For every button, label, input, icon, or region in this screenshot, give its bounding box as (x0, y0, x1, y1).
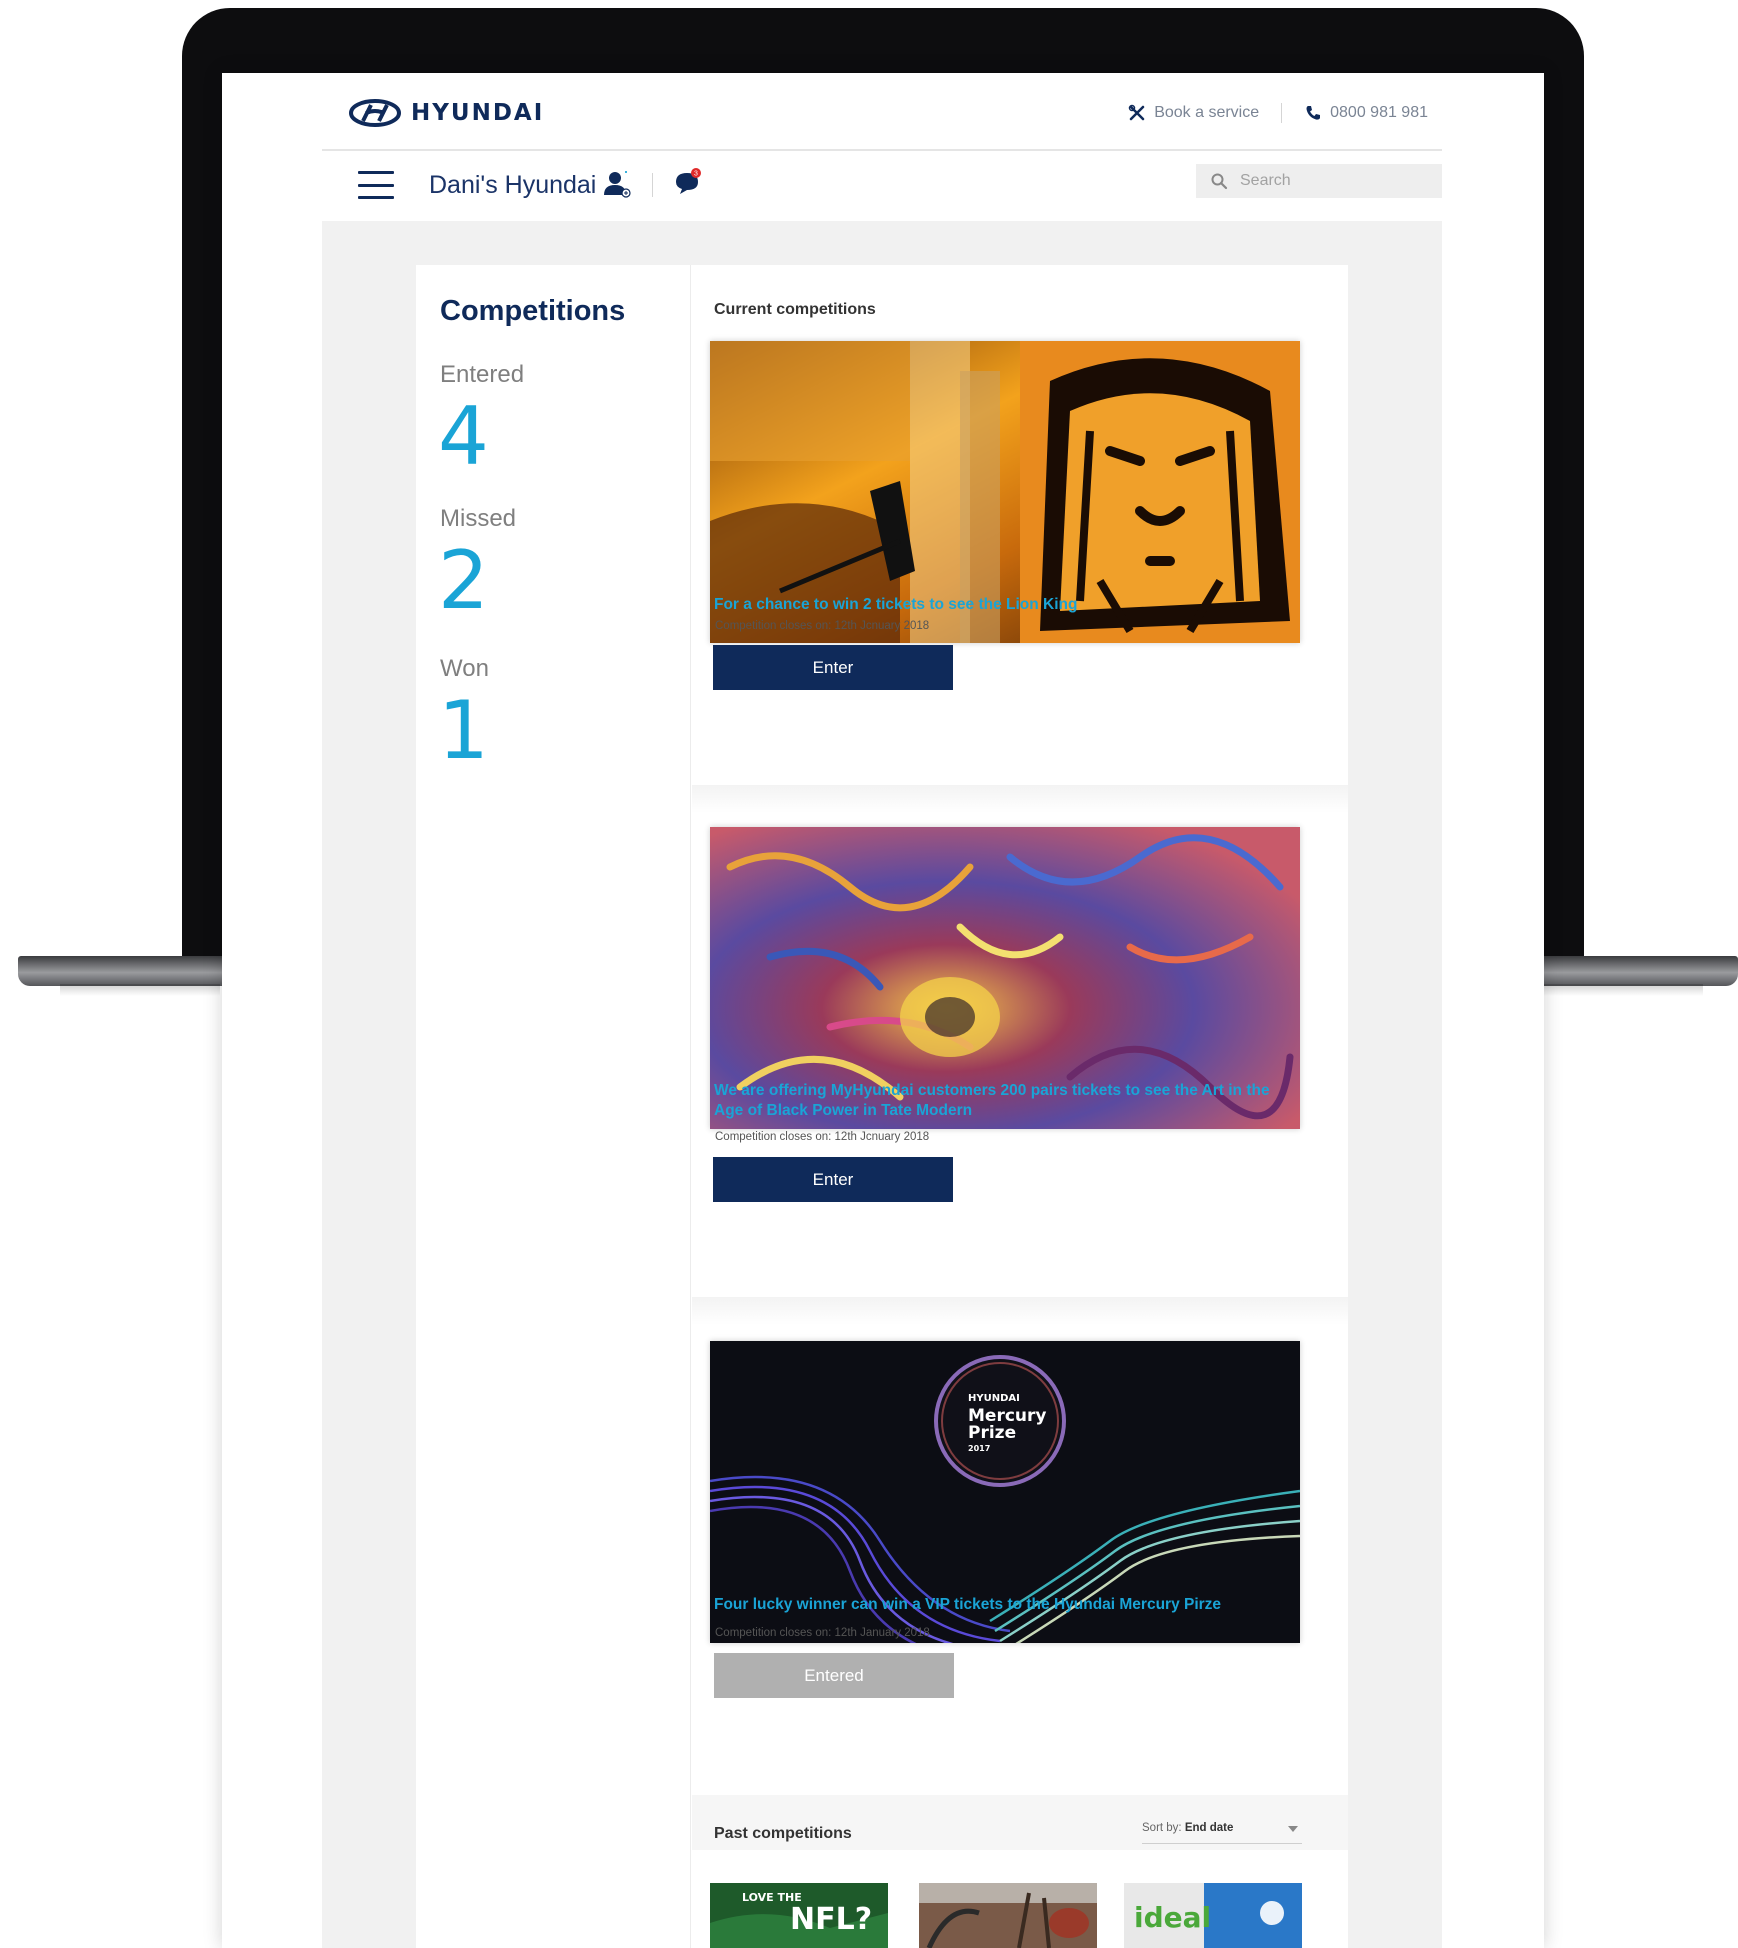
tools-icon (1128, 104, 1145, 121)
svg-text:3: 3 (694, 171, 698, 178)
stat-won-label: Won (440, 655, 489, 682)
enter-button[interactable]: Enter (713, 1157, 953, 1202)
past-competition-thumb-nfl[interactable]: LOVE THE NFL? (710, 1883, 888, 1948)
stat-entered-label: Entered (440, 361, 525, 388)
book-service-link[interactable]: Book a service (1128, 104, 1259, 122)
stat-missed-label: Missed (440, 505, 517, 532)
mercury-badge-line2: Prize (968, 1423, 1016, 1443)
laptop-base-right (1543, 956, 1738, 986)
top-links: Book a service 0800 981 981 (1128, 103, 1428, 123)
menu-line (358, 183, 394, 187)
mercury-badge-brand: HYUNDAI (968, 1393, 1020, 1404)
stat-missed-value: 2 (438, 534, 489, 627)
enter-button[interactable]: Enter (713, 645, 953, 690)
book-service-label: Book a service (1154, 104, 1260, 121)
phone-number: 0800 981 981 (1330, 104, 1428, 121)
menu-button[interactable] (358, 171, 394, 199)
laptop-base-left (18, 956, 223, 986)
search-icon (1211, 173, 1228, 190)
nfl-thumb-big-text: NFL? (790, 1902, 872, 1937)
phone-icon (1306, 106, 1321, 120)
top-separator (1281, 103, 1283, 123)
screen: HYUNDAI Book a service 0800 981 981 Dani… (222, 73, 1544, 1948)
hyundai-logo[interactable]: HYUNDAI (349, 99, 544, 127)
top-header: HYUNDAI Book a service 0800 981 981 (322, 73, 1442, 151)
nav-separator (652, 173, 653, 197)
laptop-shadow-right (1543, 984, 1703, 996)
competitions-card: Competitions Entered 4 Missed 2 Won 1 Cu… (416, 265, 1348, 1948)
laptop-shadow-left (60, 984, 220, 996)
nav-bar: Dani's Hyundai 3 (322, 151, 1442, 221)
entered-button[interactable]: Entered (714, 1653, 954, 1698)
sort-value: End date (1184, 1822, 1234, 1834)
stat-entered-value: 4 (438, 390, 489, 483)
stat-won-value: 1 (438, 684, 489, 777)
menu-line (358, 171, 394, 174)
past-competition-thumb-ideal[interactable]: ideal (1124, 1883, 1302, 1948)
phone-link[interactable]: 0800 981 981 (1304, 104, 1428, 122)
competition-divider (692, 1297, 1348, 1325)
past-competition-thumb-tree[interactable] (919, 1883, 1097, 1948)
competition-close-date: Competition closes on: 12th January 2018 (715, 1627, 930, 1639)
page-title: Competitions (440, 295, 626, 327)
chat-icon[interactable]: 3 (672, 166, 704, 198)
stats-sidebar: Competitions Entered 4 Missed 2 Won 1 (416, 265, 691, 1948)
user-icon[interactable] (602, 169, 632, 199)
hyundai-logo-icon (349, 99, 401, 127)
search-box[interactable] (1196, 164, 1442, 198)
mercury-badge-year: 2017 (968, 1444, 990, 1453)
competition-close-date: Competition closes on: 12th Jcnuary 2018 (715, 620, 930, 632)
past-competitions-heading: Past competitions (714, 1825, 852, 1842)
ideal-thumb-text: ideal (1134, 1901, 1211, 1934)
competition-title[interactable]: Four lucky winner can win a VIP tickets … (714, 1595, 1274, 1615)
competition-title[interactable]: We are offering MyHyundai customers 200 … (714, 1081, 1274, 1121)
logo-text: HYUNDAI (411, 100, 545, 126)
sort-dropdown[interactable]: Sort by: End date (1142, 1822, 1302, 1844)
competitions-main: Current competitions For a chance to win… (692, 265, 1348, 1948)
chevron-down-icon (1288, 1826, 1298, 1832)
competition-divider (692, 785, 1348, 813)
search-input[interactable] (1240, 172, 1420, 190)
dealer-name[interactable]: Dani's Hyundai (429, 171, 596, 200)
competition-title[interactable]: For a chance to win 2 tickets to see the… (714, 595, 1274, 615)
current-competitions-heading: Current competitions (714, 301, 876, 318)
sort-prefix: Sort by: (1142, 1822, 1182, 1834)
menu-line (358, 196, 394, 199)
competition-close-date: Competition closes on: 12th Jcnuary 2018 (715, 1131, 930, 1143)
